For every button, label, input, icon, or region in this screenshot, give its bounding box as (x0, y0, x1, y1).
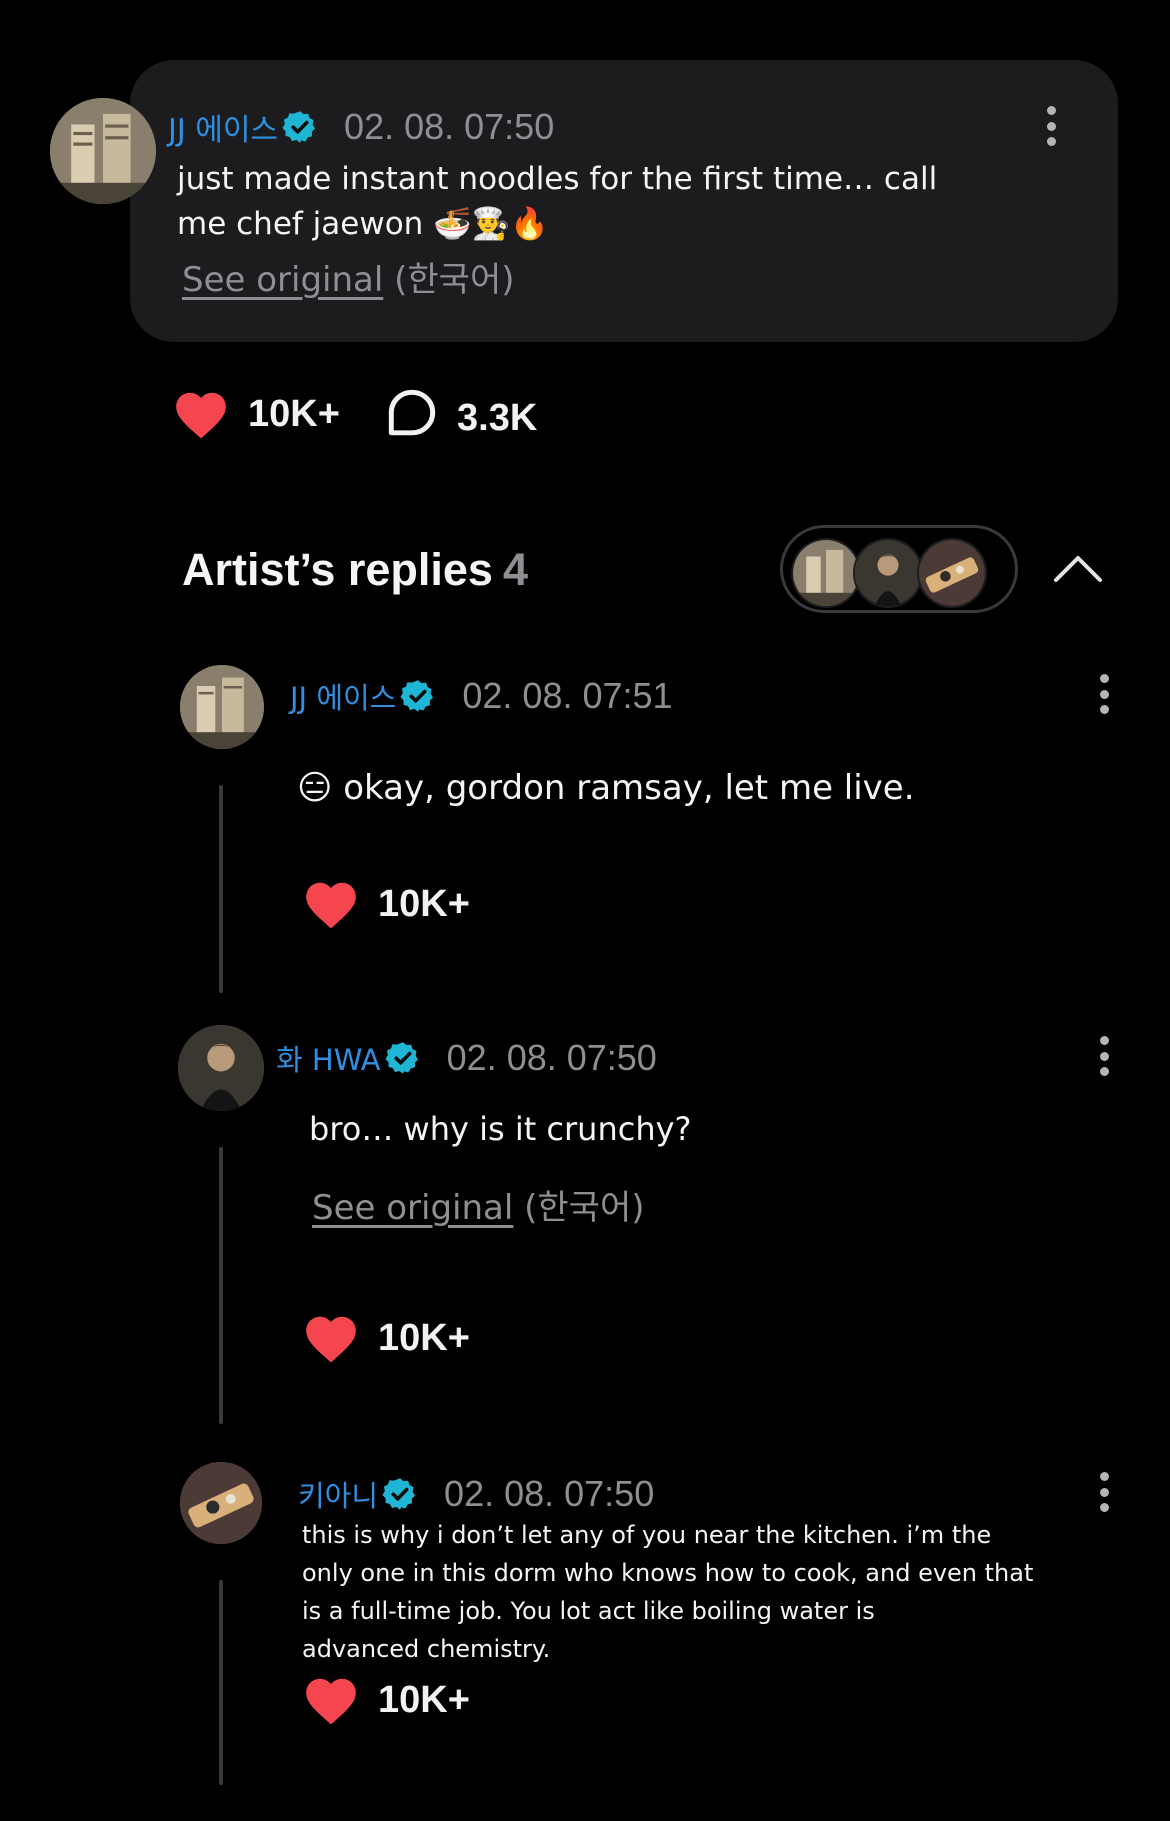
post-see-original: See original (한국어) (182, 252, 515, 301)
post-author-row: JJ 에이스 02. 08. 07:50 (168, 106, 554, 148)
reply-2-more-icon[interactable] (1089, 1032, 1119, 1080)
see-original-link[interactable]: See original (182, 260, 383, 300)
reply-3-like-stat[interactable]: 10K+ (302, 1674, 470, 1726)
reply-2-author-name[interactable]: 화 HWA (276, 1037, 381, 1079)
collapse-chevron-up-icon[interactable] (1050, 546, 1106, 590)
post-like-count: 10K+ (248, 392, 340, 435)
reply-2-avatar[interactable] (178, 1025, 264, 1111)
artist-replies-count: 4 (502, 544, 528, 595)
post-comment-count: 3.3K (457, 396, 538, 439)
post-comment-stat[interactable]: 3.3K (385, 386, 537, 450)
reply-3-text-line-2: only one in this dorm who knows how to c… (302, 1559, 1034, 1587)
reply-1-timestamp: 02. 08. 07:51 (462, 675, 673, 716)
verified-badge-icon (282, 109, 318, 145)
comment-bubble-icon[interactable] (385, 386, 439, 450)
artist-replies-heading: Artist’s replies 4 (182, 544, 528, 596)
reply-2-thread-line (219, 1147, 223, 1424)
post-author-name[interactable]: JJ 에이스 (168, 105, 278, 149)
original-language-label: (한국어) (524, 1188, 645, 1228)
heart-icon[interactable] (302, 1674, 360, 1726)
reply-1-avatar[interactable] (180, 665, 264, 749)
reply-1-text: 😑 okay, gordon ramsay, let me live. (297, 768, 915, 808)
post-text-line-1: just made instant noodles for the first … (177, 161, 938, 197)
verified-badge-icon (385, 1040, 421, 1076)
stack-avatar-kiani (917, 538, 987, 608)
reply-3-more-icon[interactable] (1089, 1468, 1119, 1516)
see-original-link[interactable]: See original (312, 1188, 513, 1228)
reply-1-like-count: 10K+ (378, 882, 470, 925)
reply-2-like-count: 10K+ (378, 1316, 470, 1359)
heart-icon[interactable] (302, 1312, 360, 1364)
stack-avatar-jj (791, 538, 861, 608)
reply-3-author-row: 키아니 02. 08. 07:50 (298, 1473, 655, 1515)
reply-3-avatar[interactable] (180, 1462, 262, 1544)
reply-3-text-line-1: this is why i don’t let any of you near … (302, 1521, 992, 1549)
reply-3-author-name[interactable]: 키아니 (298, 1473, 378, 1515)
verified-badge-icon (382, 1476, 418, 1512)
reply-3-thread-line (219, 1580, 223, 1785)
reply-3-timestamp: 02. 08. 07:50 (444, 1473, 655, 1514)
heart-icon[interactable] (172, 388, 230, 440)
reply-1-thread-line (219, 785, 223, 993)
verified-badge-icon (400, 678, 436, 714)
heart-icon[interactable] (302, 878, 360, 930)
post-timestamp: 02. 08. 07:50 (344, 106, 555, 147)
reply-2-timestamp: 02. 08. 07:50 (446, 1037, 657, 1078)
reply-1-author-name[interactable]: JJ 에이스 (290, 675, 396, 717)
post-author-avatar[interactable] (50, 98, 156, 204)
post-like-stat[interactable]: 10K+ (172, 388, 340, 440)
reply-2-text: bro… why is it crunchy? (309, 1110, 692, 1148)
reply-2-see-original: See original (한국어) (312, 1180, 645, 1229)
reply-3-text-line-4: advanced chemistry. (302, 1635, 551, 1663)
post-text-line-2: me chef jaewon 🍜👨‍🍳🔥 (177, 206, 549, 242)
stack-avatar-hwa (853, 538, 923, 608)
reply-1-more-icon[interactable] (1089, 670, 1119, 718)
reply-3-text-line-3: is a full-time job. You lot act like boi… (302, 1597, 875, 1625)
replier-avatar-stack[interactable] (780, 525, 1018, 613)
reply-2-like-stat[interactable]: 10K+ (302, 1312, 470, 1364)
reply-1-author-row: JJ 에이스 02. 08. 07:51 (290, 675, 673, 717)
reply-1-like-stat[interactable]: 10K+ (302, 878, 470, 930)
reply-2-author-row: 화 HWA 02. 08. 07:50 (276, 1037, 657, 1079)
post-more-icon[interactable] (1036, 102, 1066, 150)
artist-replies-title: Artist’s replies (182, 544, 493, 595)
reply-3-like-count: 10K+ (378, 1678, 470, 1721)
original-language-label: (한국어) (394, 260, 515, 300)
